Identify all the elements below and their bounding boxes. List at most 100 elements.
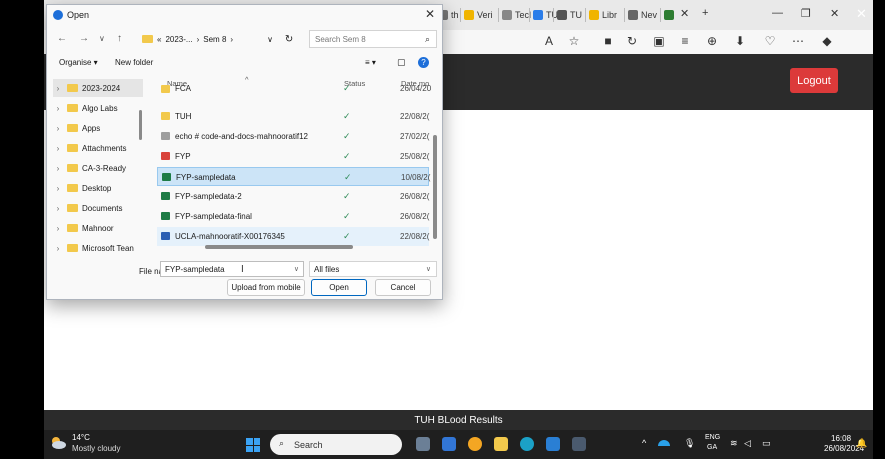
chevron-right-icon[interactable]: › bbox=[53, 244, 63, 253]
file-list-vertical-scrollbar[interactable] bbox=[433, 135, 437, 239]
breadcrumb-item-parent[interactable]: 2023-... bbox=[165, 35, 192, 44]
logout-button[interactable]: Logout bbox=[790, 68, 838, 93]
file-type-select[interactable]: All files ∨ bbox=[309, 261, 437, 277]
forward-arrow-icon[interactable]: → bbox=[79, 33, 89, 44]
chevron-down-icon[interactable]: ∨ bbox=[426, 265, 431, 273]
chevron-right-icon[interactable]: › bbox=[53, 124, 63, 133]
help-icon[interactable]: ? bbox=[418, 57, 429, 68]
taskbar-search[interactable]: ⌕ Search bbox=[270, 434, 402, 455]
nav-item-2023-2024[interactable]: › 2023-2024 bbox=[53, 79, 143, 97]
wifi-icon[interactable]: ≋ bbox=[730, 438, 738, 449]
outlook-app-icon[interactable] bbox=[442, 437, 456, 451]
copilot-icon[interactable]: ◆ bbox=[819, 34, 835, 48]
chevron-right-icon[interactable]: › bbox=[53, 164, 63, 173]
organise-menu[interactable]: Organise ▾ bbox=[59, 58, 98, 67]
file-row[interactable]: FYP-sampledata-2 ✓ 26/08/2( bbox=[157, 187, 429, 206]
back-arrow-icon[interactable]: ← bbox=[57, 33, 67, 44]
chrome-app-icon[interactable] bbox=[468, 437, 482, 451]
file-row[interactable]: FYP ✓ 25/08/2( bbox=[157, 147, 429, 166]
dialog-search-input[interactable]: Search Sem 8 ⌕ bbox=[309, 30, 437, 48]
taskview-app-icon[interactable] bbox=[416, 437, 430, 451]
more-options-icon[interactable]: ⋯ bbox=[790, 34, 806, 48]
chevron-down-icon[interactable]: ∨ bbox=[294, 265, 299, 273]
read-aloud-icon[interactable]: A bbox=[541, 34, 557, 48]
cancel-button[interactable]: Cancel bbox=[375, 279, 431, 296]
window-close-button[interactable]: ✕ bbox=[830, 7, 839, 20]
nav-item-algo-labs[interactable]: › Algo Labs bbox=[53, 99, 143, 117]
file-name-field[interactable]: FYP-sampledata I ∨ bbox=[160, 261, 304, 277]
outer-close-icon[interactable]: ✕ bbox=[856, 6, 867, 22]
open-button[interactable]: Open bbox=[311, 279, 367, 296]
nav-item-apps[interactable]: › Apps bbox=[53, 119, 143, 137]
chevron-right-icon[interactable]: › bbox=[53, 144, 63, 153]
tab-close-icon[interactable]: ✕ bbox=[680, 7, 689, 20]
browser-tab[interactable]: Veri bbox=[464, 6, 493, 24]
file-row[interactable]: FCA ✓ 26/04/20 bbox=[157, 83, 431, 95]
dialog-nav-row: ← → ∨ ↑ « 2023-... › Sem 8 › ∨ ↻ Search … bbox=[47, 27, 444, 51]
chevron-right-icon[interactable]: › bbox=[53, 184, 63, 193]
volume-icon[interactable]: ◁ bbox=[744, 438, 751, 449]
notification-bell-icon[interactable]: 🔔 bbox=[856, 438, 867, 449]
battery-icon[interactable]: ▭ bbox=[762, 438, 771, 449]
recent-locations-icon[interactable]: ∨ bbox=[99, 34, 105, 43]
favorites-icon[interactable]: ≡ bbox=[677, 34, 693, 48]
nav-item-microsoft-teams[interactable]: › Microsoft Tean bbox=[53, 239, 143, 255]
refresh-icon[interactable]: ↻ bbox=[624, 34, 640, 48]
browser-tab[interactable]: Libr bbox=[589, 6, 617, 24]
app-icon[interactable] bbox=[572, 437, 586, 451]
upload-from-mobile-button[interactable]: Upload from mobile bbox=[227, 279, 305, 296]
onedrive-icon[interactable] bbox=[658, 440, 670, 446]
nav-item-mahnoor[interactable]: › Mahnoor bbox=[53, 219, 143, 237]
dialog-close-button[interactable]: ✕ bbox=[425, 7, 435, 21]
new-folder-button[interactable]: New folder bbox=[115, 58, 153, 67]
chevron-right-icon[interactable]: › bbox=[53, 204, 63, 213]
tray-overflow-icon[interactable]: ^ bbox=[642, 438, 646, 448]
start-button[interactable] bbox=[246, 438, 260, 452]
file-row[interactable]: TUH ✓ 22/08/2( bbox=[157, 107, 429, 126]
up-folder-icon[interactable]: ↑ bbox=[117, 33, 122, 44]
browser-tab[interactable]: TU bbox=[557, 6, 582, 24]
nav-item-desktop[interactable]: › Desktop bbox=[53, 179, 143, 197]
nav-item-attachments[interactable]: › Attachments bbox=[53, 139, 143, 157]
file-list-horizontal-scrollbar[interactable] bbox=[205, 245, 353, 249]
language-indicator[interactable]: ENG bbox=[705, 434, 720, 441]
browser-tab[interactable] bbox=[664, 6, 677, 24]
browser-essentials-icon[interactable]: ♡ bbox=[762, 34, 778, 48]
refresh-icon[interactable]: ↻ bbox=[285, 34, 293, 45]
weather-description[interactable]: Mostly cloudy bbox=[72, 444, 120, 453]
minimize-button[interactable]: — bbox=[772, 7, 783, 19]
file-row[interactable]: echo # code-and-docs-mahnooratif12 ✓ 27/02… bbox=[157, 127, 429, 146]
breadcrumb-item-current[interactable]: Sem 8 bbox=[203, 35, 226, 44]
nav-pane-scrollbar[interactable] bbox=[139, 110, 142, 140]
nav-item-ca-3-ready[interactable]: › CA-3-Ready bbox=[53, 159, 143, 177]
browser-tab[interactable]: Tecl bbox=[502, 6, 531, 24]
downloads-icon[interactable]: ⬇ bbox=[732, 34, 748, 48]
path-dropdown-icon[interactable]: ∨ bbox=[267, 35, 273, 44]
chevron-right-icon[interactable]: › bbox=[53, 84, 63, 93]
weather-temperature[interactable]: 14°C bbox=[72, 433, 90, 442]
vscode-app-icon[interactable] bbox=[546, 437, 560, 451]
browser-tab[interactable]: Nev bbox=[628, 6, 657, 24]
restore-button[interactable]: ❐ bbox=[801, 7, 811, 20]
view-options-icon[interactable]: ≡ ▾ bbox=[365, 58, 376, 67]
microphone-icon[interactable]: 🎙 bbox=[684, 438, 695, 449]
collections-icon[interactable]: ⊕ bbox=[704, 34, 720, 48]
chevron-right-icon[interactable]: › bbox=[53, 104, 63, 113]
nav-item-documents[interactable]: › Documents bbox=[53, 199, 143, 217]
breadcrumb-overflow[interactable]: « bbox=[157, 35, 161, 44]
clock-time[interactable]: 16:08 bbox=[831, 434, 851, 443]
new-tab-button[interactable]: + bbox=[702, 7, 708, 19]
favorite-star-icon[interactable]: ☆ bbox=[566, 34, 582, 48]
extension-icon[interactable]: ■ bbox=[600, 34, 616, 48]
preview-pane-icon[interactable]: ▢ bbox=[397, 57, 406, 68]
browser-tab[interactable]: TU bbox=[533, 6, 558, 24]
file-explorer-app-icon[interactable] bbox=[494, 437, 508, 451]
file-row[interactable]: FYP-sampledata-final ✓ 26/08/2( bbox=[157, 207, 429, 226]
keyboard-layout-indicator[interactable]: GA bbox=[707, 444, 717, 451]
file-row[interactable]: FYP-sampledata ✓ 10/08/2( bbox=[157, 167, 430, 186]
chevron-right-icon[interactable]: › bbox=[53, 224, 63, 233]
file-row[interactable]: UCLA-mahnooratif-X00176345 ✓ 22/08/2( bbox=[157, 227, 429, 246]
address-breadcrumb[interactable]: « 2023-... › Sem 8 › ∨ ↻ bbox=[137, 30, 305, 48]
edge-app-icon[interactable] bbox=[520, 437, 534, 451]
split-screen-icon[interactable]: ▣ bbox=[651, 34, 667, 48]
